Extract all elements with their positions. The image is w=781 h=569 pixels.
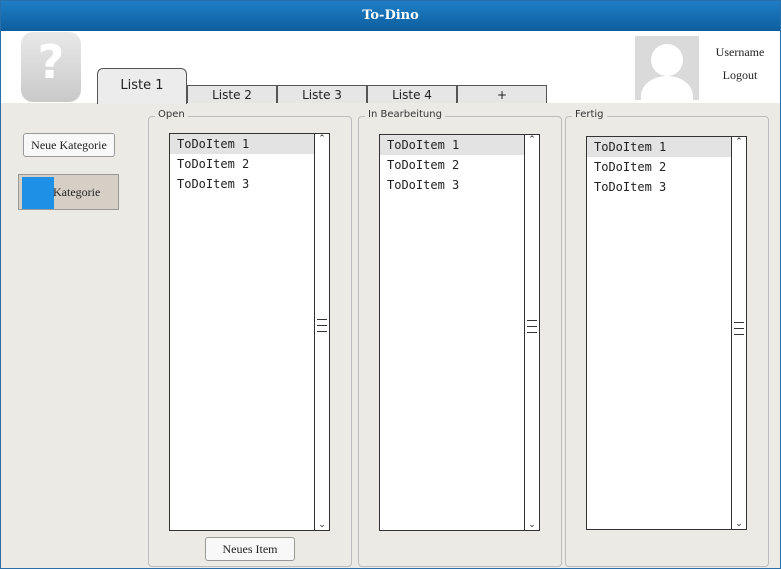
chevron-up-icon[interactable]: ⌃ [525,135,539,145]
scroll-grip[interactable] [734,328,744,329]
avatar-head-icon [651,44,683,76]
list-item[interactable]: ToDoItem 2 [587,157,746,177]
list-done[interactable]: ToDoItem 1 ToDoItem 2 ToDoItem 3 ⌃ ⌄ [586,136,747,530]
list-item[interactable]: ToDoItem 1 [380,135,539,155]
avatar[interactable] [635,36,699,100]
scroll-grip[interactable] [317,331,327,332]
username-label[interactable]: Username [707,45,773,60]
list-item[interactable]: ToDoItem 2 [380,155,539,175]
list-item[interactable]: ToDoItem 1 [587,137,746,157]
chevron-down-icon[interactable]: ⌄ [525,520,539,530]
list-item[interactable]: ToDoItem 2 [170,154,329,174]
tab-liste-3[interactable]: Liste 3 [277,85,367,103]
list-in-progress[interactable]: ToDoItem 1 ToDoItem 2 ToDoItem 3 ⌃ ⌄ [379,134,540,531]
tab-liste-2[interactable]: Liste 2 [187,85,277,103]
tab-liste-4[interactable]: Liste 4 [367,85,457,103]
app-window: To-Dino ? Username Logout Liste 1 Liste … [0,0,781,569]
avatar-body-icon [641,76,693,100]
app-logo: ? [21,32,81,102]
column-title: Fertig [572,109,607,120]
list-item[interactable]: ToDoItem 3 [380,175,539,195]
chevron-up-icon[interactable]: ⌃ [732,137,746,147]
new-category-button[interactable]: Neue Kategorie [23,133,115,157]
scrollbar[interactable]: ⌃ ⌄ [314,134,329,530]
category-label: Kategorie [53,185,101,199]
list-item[interactable]: ToDoItem 3 [170,174,329,194]
tab-add[interactable]: + [457,85,547,103]
chevron-down-icon[interactable]: ⌄ [732,519,746,529]
scroll-grip[interactable] [734,322,744,323]
scrollbar[interactable]: ⌃ ⌄ [731,137,746,529]
scroll-grip[interactable] [527,332,537,333]
question-mark-icon: ? [37,35,65,89]
column-title: In Bearbeitung [365,109,445,120]
list-item[interactable]: ToDoItem 3 [587,177,746,197]
chevron-down-icon[interactable]: ⌄ [315,520,329,530]
category-color-swatch [22,177,54,209]
scroll-grip[interactable] [317,319,327,320]
logout-link[interactable]: Logout [707,68,773,83]
category-item[interactable]: Kategorie [18,174,119,210]
list-open[interactable]: ToDoItem 1 ToDoItem 2 ToDoItem 3 ⌃ ⌄ [169,133,330,531]
column-title: Open [155,109,188,120]
scroll-grip[interactable] [527,320,537,321]
scroll-grip[interactable] [734,334,744,335]
scrollbar[interactable]: ⌃ ⌄ [524,135,539,530]
chevron-up-icon[interactable]: ⌃ [315,134,329,144]
new-item-button[interactable]: Neues Item [205,537,295,561]
window-title: To-Dino [1,1,780,31]
list-item[interactable]: ToDoItem 1 [170,134,329,154]
scroll-grip[interactable] [317,325,327,326]
scroll-grip[interactable] [527,326,537,327]
tab-liste-1[interactable]: Liste 1 [97,68,187,104]
